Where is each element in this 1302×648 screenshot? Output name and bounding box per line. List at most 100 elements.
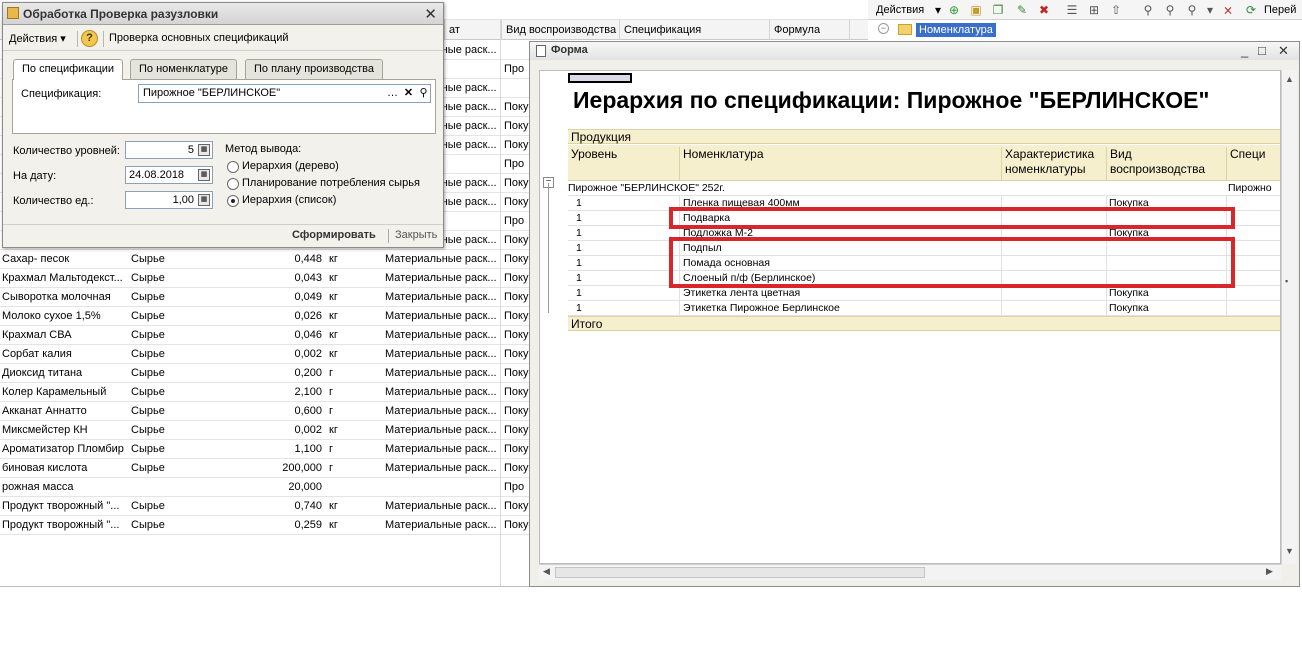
dropdown-arrow-icon[interactable]: ▾: [1202, 2, 1218, 18]
list-item[interactable]: Молоко сухое 1,5% Сырье 0,026 кг Материальны…: [0, 307, 530, 326]
list-cell-kind: Поку: [504, 348, 529, 360]
list-item[interactable]: Миксмейстер КН Сырье 0,002 кг Материальные р…: [0, 421, 530, 440]
list-item[interactable]: Продукт творожный "... Сырье 0,740 кг Матери…: [0, 497, 530, 516]
list-cell-qty: 0,002: [294, 424, 322, 436]
list-item[interactable]: Сахар- песок Сырье 0,448 кг Материальные рас…: [0, 250, 530, 269]
tree-node-nomenclature[interactable]: Номенклатура: [916, 23, 996, 37]
tab-by-nomenclature[interactable]: По номенклатуре: [130, 59, 238, 79]
column-header-scroll: [849, 20, 868, 40]
form-window: Форма _ □ ✕ Иерархия по спецификации: Пи…: [529, 41, 1300, 587]
column-header-type[interactable]: ат: [444, 20, 501, 40]
add-icon[interactable]: ⊕: [946, 2, 962, 18]
radio-circle-selected[interactable]: [227, 195, 239, 207]
filter-list-icon[interactable]: ⚲: [1184, 2, 1200, 18]
list-item[interactable]: Крахмал Мальтодекст... Сырье 0,043 кг Матери…: [0, 269, 530, 288]
calendar-icon[interactable]: ▦: [198, 169, 210, 181]
vertical-scrollbar[interactable]: ▲ ▪ ▼: [1281, 70, 1297, 564]
divider: [3, 224, 443, 225]
list-item[interactable]: Акканат Аннатто Сырье 0,600 г Материальные р…: [0, 402, 530, 421]
table-cell-spec: [1227, 301, 1280, 316]
folder-icon: [898, 24, 912, 35]
column-header-kind[interactable]: Вид воспроизводства: [501, 20, 619, 40]
actions-menu[interactable]: Действия: [876, 2, 924, 18]
column-header-formula[interactable]: Формула: [769, 20, 849, 40]
generate-button[interactable]: Сформировать: [292, 229, 376, 241]
list-item[interactable]: Сорбат калия Сырье 0,002 кг Материальные рас…: [0, 345, 530, 364]
levels-field[interactable]: 5 ▦: [125, 141, 213, 159]
clear-icon[interactable]: ✕: [401, 86, 416, 101]
filter-value-icon[interactable]: ⚲: [1162, 2, 1178, 18]
maximize-icon[interactable]: □: [1258, 43, 1266, 58]
dropdown-arrow-icon[interactable]: ▾: [930, 2, 946, 18]
table-cell-level: 1: [568, 211, 680, 226]
scroll-right-icon[interactable]: ▶: [1266, 566, 1273, 577]
dialog-title-bar[interactable]: Обработка Проверка разузловки ✕: [3, 3, 443, 25]
list-cell-expense: Материальные раск...: [385, 405, 497, 417]
section-products: Продукция: [568, 129, 1280, 144]
scroll-mark: ▪: [1285, 276, 1289, 286]
goto-menu[interactable]: Перей: [1264, 2, 1296, 18]
filter-icon[interactable]: ⚲: [1140, 2, 1156, 18]
scroll-thumb[interactable]: [555, 567, 925, 578]
list-item[interactable]: Колер Карамельный Сырье 2,100 г Материальные…: [0, 383, 530, 402]
list-cell-name: биновая кислота: [2, 462, 88, 474]
calculator-icon[interactable]: ▦: [198, 194, 210, 206]
list-item[interactable]: Ароматизатор Пломбир Сырье 1,100 г Материаль…: [0, 440, 530, 459]
open-icon[interactable]: ⚲: [416, 86, 431, 101]
radio-label: Иерархия (список): [242, 194, 337, 206]
copy-icon[interactable]: ❐: [990, 2, 1006, 18]
units-label: Количество ед.:: [13, 195, 94, 207]
screen: ат Вид воспроизводства Спецификация Форм…: [0, 0, 1302, 648]
edit-icon[interactable]: ✎: [1014, 2, 1030, 18]
table-row[interactable]: 1 Этикетка Пирожное Берлинское Покупка: [568, 301, 1280, 316]
calculator-icon[interactable]: ▦: [198, 144, 210, 156]
help-icon[interactable]: ?: [81, 30, 98, 47]
hierarchy-icon[interactable]: ☰: [1064, 2, 1080, 18]
tree-icon[interactable]: ⊞: [1086, 2, 1102, 18]
list-item[interactable]: Продукт творожный "... Сырье 0,259 кг Матери…: [0, 516, 530, 535]
list-item[interactable]: рожная масса 20,000 Про: [0, 478, 530, 497]
radio-circle[interactable]: [227, 178, 239, 190]
list-cell-kind: Поку: [504, 386, 529, 398]
form-title: Форма: [551, 44, 588, 56]
column-header-spec[interactable]: Спецификация: [619, 20, 769, 40]
close-icon[interactable]: ✕: [424, 5, 437, 23]
list-cell-kind: Поку: [504, 310, 529, 322]
cell-marker: [568, 73, 632, 83]
list-cell-expense: Материальные раск...: [385, 310, 497, 322]
table-row[interactable]: 1 Этикетка лента цветная Покупка: [568, 286, 1280, 301]
delete-icon[interactable]: ✖: [1036, 2, 1052, 18]
root-row[interactable]: Пирожное "БЕРЛИНСКОЕ" 252г. Пирожно: [568, 181, 1280, 196]
list-cell-name: Сорбат калия: [2, 348, 72, 360]
tab-by-specification[interactable]: По спецификации: [13, 59, 124, 80]
collapse-icon[interactable]: −: [878, 23, 889, 34]
radio-circle[interactable]: [227, 161, 239, 173]
list-item[interactable]: биновая кислота Сырье 200,000 г Материальные…: [0, 459, 530, 478]
list-item[interactable]: Сыворотка молочная Сырье 0,049 кг Материальн…: [0, 288, 530, 307]
date-field[interactable]: 24.08.2018 ▦: [125, 166, 213, 184]
close-icon[interactable]: ✕: [1278, 43, 1289, 58]
form-title-bar[interactable]: Форма _ □ ✕: [530, 42, 1299, 60]
table-cell-char: [1002, 301, 1107, 316]
report-sheet[interactable]: Иерархия по спецификации: Пирожное "БЕРЛ…: [539, 70, 1281, 564]
specification-field[interactable]: Пирожное "БЕРЛИНСКОЕ" … ✕ ⚲: [138, 84, 431, 103]
table-cell-level: 1: [568, 226, 680, 241]
tab-by-production-plan[interactable]: По плану производства: [245, 59, 383, 79]
add-folder-icon[interactable]: ▣: [968, 2, 984, 18]
list-item[interactable]: Крахмал СВА Сырье 0,046 кг Материальные раск…: [0, 326, 530, 345]
clear-filter-icon[interactable]: ⨯: [1220, 2, 1236, 18]
refresh-icon[interactable]: ⟳: [1243, 2, 1259, 18]
dialog-actions-menu[interactable]: Действия ▾: [9, 32, 66, 45]
list-cell-kind: Поку: [504, 443, 529, 455]
list-item[interactable]: Диоксид титана Сырье 0,200 г Материальные ра…: [0, 364, 530, 383]
scroll-left-icon[interactable]: ◀: [543, 566, 550, 577]
horizontal-scrollbar[interactable]: ◀ ▶: [539, 564, 1281, 580]
check-specifications-button[interactable]: Проверка основных спецификаций: [109, 32, 289, 44]
select-button[interactable]: …: [385, 86, 400, 101]
scroll-up-icon[interactable]: ▲: [1285, 74, 1294, 84]
level-up-icon[interactable]: ⇧: [1108, 2, 1124, 18]
minimize-icon[interactable]: _: [1241, 43, 1248, 58]
close-button[interactable]: Закрыть: [395, 229, 437, 241]
units-field[interactable]: 1,00 ▦: [125, 191, 213, 209]
scroll-down-icon[interactable]: ▼: [1285, 546, 1294, 556]
